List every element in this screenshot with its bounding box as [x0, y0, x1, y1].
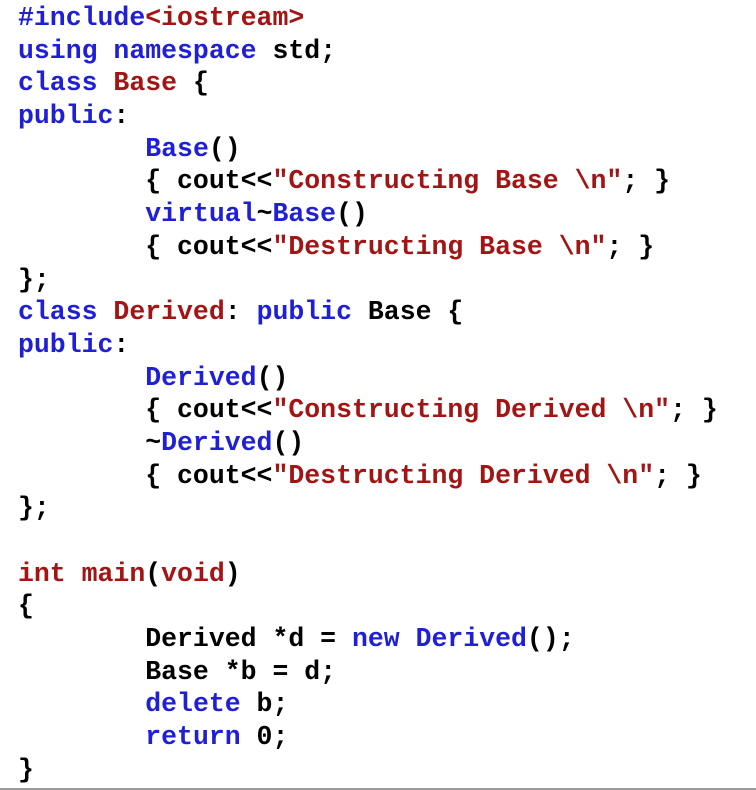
code-line: { cout<<"Destructing Base \n"; }	[18, 231, 718, 264]
code-token: ();	[526, 624, 575, 655]
code-token: namespace	[113, 35, 257, 66]
code-token: "Destructing Derived \n"	[272, 460, 655, 491]
code-token: )	[224, 558, 241, 589]
code-token: ~	[18, 427, 162, 458]
code-token: virtual	[145, 199, 257, 230]
code-token: #include	[18, 3, 146, 33]
code-token: std;	[256, 35, 337, 66]
code-token: { cout<<	[18, 460, 273, 491]
code-token: :	[224, 297, 257, 328]
code-token: Base	[145, 133, 209, 164]
code-token: :	[113, 329, 130, 360]
code-line: using namespace std;	[18, 35, 718, 68]
code-line: {	[18, 590, 718, 623]
code-token: Base	[272, 199, 337, 230]
code-token: ()	[336, 199, 368, 230]
code-token: Derived	[145, 362, 257, 393]
code-token: <iostream>	[145, 3, 305, 33]
code-line: class Derived: public Base {	[18, 296, 718, 329]
code-line: class Base {	[18, 67, 718, 100]
code-token: Base *b = d;	[18, 656, 337, 687]
code-line: };	[18, 264, 718, 297]
code-token: (	[145, 558, 162, 589]
code-line: Base *b = d;	[18, 656, 718, 689]
code-token: {	[18, 591, 34, 622]
code-line: ~Derived()	[18, 427, 718, 460]
code-line: { cout<<"Destructing Derived \n"; }	[18, 460, 718, 493]
code-token: class	[18, 297, 98, 328]
code-listing: #include<iostream> using namespace std; cl…	[18, 2, 718, 787]
code-token: Base {	[351, 297, 464, 328]
code-token: };	[18, 493, 50, 524]
code-line: public:	[18, 100, 718, 133]
code-token: ; }	[606, 231, 655, 262]
code-line: public:	[18, 329, 718, 362]
code-token: ; }	[654, 460, 702, 491]
code-token: "Constructing Derived \n"	[272, 395, 671, 426]
code-token: public	[18, 101, 114, 132]
code-token: ; }	[670, 395, 718, 426]
code-token: b;	[240, 689, 289, 720]
code-line: delete b;	[18, 688, 718, 721]
code-token: return	[145, 722, 241, 753]
code-token: public	[18, 329, 114, 360]
code-line: #include<iostream>	[18, 2, 718, 35]
code-token: 0;	[240, 722, 289, 753]
code-token: ; }	[622, 166, 671, 197]
code-line: Derived *d = new Derived();	[18, 623, 718, 656]
code-token: { cout<<	[18, 166, 273, 197]
code-token: "Constructing Base \n"	[272, 166, 623, 197]
code-token: Derived	[161, 427, 273, 458]
code-line: };	[18, 492, 718, 525]
code-token: delete	[145, 689, 241, 720]
code-token: ~	[256, 199, 273, 230]
code-line: int main(void)	[18, 558, 718, 591]
code-token: Derived *d =	[18, 624, 352, 655]
code-token: {	[177, 68, 209, 99]
code-token: ()	[256, 362, 289, 393]
code-line: Base()	[18, 133, 718, 166]
code-line: ​	[18, 525, 718, 558]
code-token: ()	[208, 133, 241, 164]
code-token: using	[18, 35, 98, 66]
code-token: }	[18, 754, 34, 785]
code-token: };	[18, 264, 50, 295]
code-token: { cout<<	[18, 231, 273, 262]
code-line: virtual~Base()	[18, 198, 718, 231]
code-line: { cout<<"Constructing Derived \n"; }	[18, 394, 718, 427]
code-token: Derived	[415, 624, 527, 655]
code-token: public	[256, 297, 352, 328]
code-token: :	[113, 101, 130, 132]
code-token: Derived	[113, 297, 225, 328]
code-token: { cout<<	[18, 395, 273, 426]
code-token: Base	[113, 68, 178, 99]
code-token: void	[161, 558, 225, 589]
code-line: { cout<<"Constructing Base \n"; }	[18, 165, 718, 198]
code-token: class	[18, 68, 98, 99]
code-line: Derived()	[18, 362, 718, 395]
code-token: "Destructing Base \n"	[272, 231, 607, 262]
code-token: ()	[272, 427, 305, 458]
code-line: }	[18, 754, 718, 787]
code-token: int	[18, 558, 66, 589]
code-token: main	[81, 558, 146, 589]
code-line: return 0;	[18, 721, 718, 754]
code-token: new	[351, 624, 400, 655]
